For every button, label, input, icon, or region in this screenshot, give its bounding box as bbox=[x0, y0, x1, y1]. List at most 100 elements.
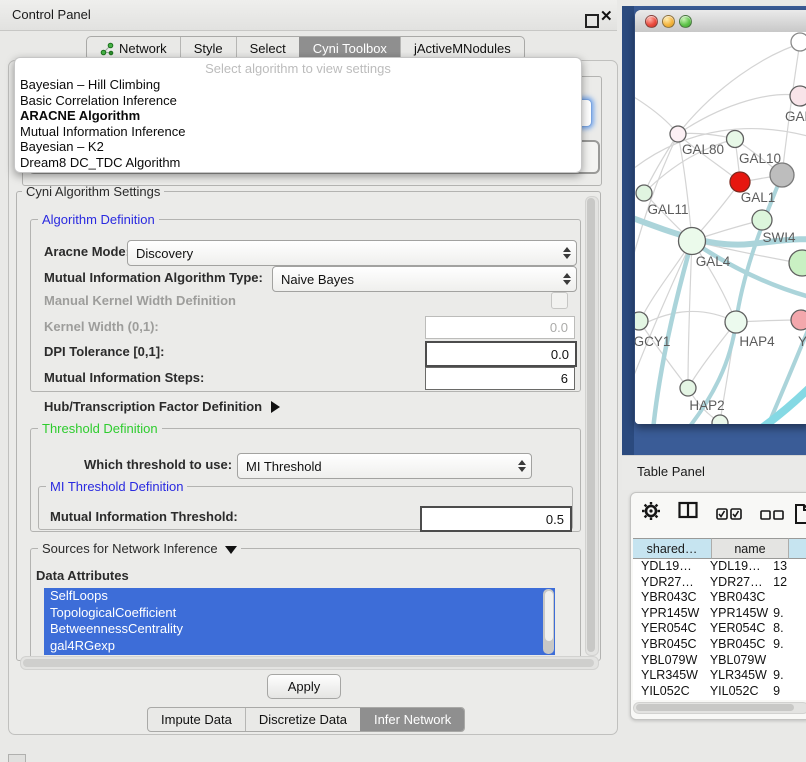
data-attributes-list: SelfLoopsTopologicalCoefficientBetweenne… bbox=[44, 588, 555, 655]
manual-kernel-checkbox[interactable] bbox=[551, 292, 568, 309]
table-cell: YER054C bbox=[633, 621, 702, 637]
network-canvas[interactable]: GAL80GAL10GAL1GAL11SWI4GAL4GCY1HAP4HAP2G… bbox=[635, 32, 806, 424]
table-cell: YER054C bbox=[702, 621, 769, 637]
table-cell: YBL079W bbox=[702, 653, 769, 669]
dpi-tolerance-field[interactable]: 0.0 bbox=[425, 341, 577, 367]
tab-impute-data[interactable]: Impute Data bbox=[148, 708, 245, 731]
node[interactable] bbox=[789, 250, 806, 276]
node-SWI4[interactable] bbox=[752, 210, 772, 230]
column-header-a[interactable]: A bbox=[789, 538, 806, 559]
node-label-hap2: HAP2 bbox=[689, 398, 724, 413]
aracne-mode-combo[interactable]: Discovery bbox=[127, 240, 577, 266]
document-icon[interactable] bbox=[794, 503, 806, 525]
node-gray[interactable] bbox=[770, 163, 794, 187]
attributes-vscrollbar[interactable] bbox=[543, 589, 554, 654]
table-row[interactable]: YIL052CYIL052C9 bbox=[633, 684, 806, 700]
node-red[interactable] bbox=[730, 172, 750, 192]
cyni-bottom-tabs: Impute Data Discretize DataInfer Network bbox=[147, 707, 465, 732]
table-hscrollbar[interactable] bbox=[633, 702, 806, 714]
network-desktop-edge bbox=[622, 6, 634, 455]
settings-hscrollbar[interactable] bbox=[20, 656, 599, 670]
maximize-icon[interactable] bbox=[585, 14, 599, 28]
mi-steps-field[interactable]: 6 bbox=[425, 367, 575, 390]
threshold-definition-title: Threshold Definition bbox=[38, 421, 162, 436]
table-row[interactable]: YBR043CYBR043C bbox=[633, 590, 806, 606]
which-threshold-combo[interactable]: MI Threshold bbox=[237, 453, 532, 479]
mi-threshold-field[interactable]: 0.5 bbox=[420, 506, 572, 532]
node-GAL80[interactable] bbox=[670, 126, 686, 142]
control-panel-titlebar[interactable] bbox=[0, 0, 617, 31]
table-row[interactable]: YPR145WYPR145W9. bbox=[633, 606, 806, 622]
sources-expander[interactable]: Sources for Network Inference bbox=[38, 541, 241, 556]
attribute-item-gal4rgexp[interactable]: gal4RGexp bbox=[44, 638, 555, 655]
table-cell: YDR27… bbox=[702, 575, 769, 591]
zoom-traffic-light-icon[interactable] bbox=[679, 15, 692, 28]
node-GAL10[interactable] bbox=[727, 131, 744, 148]
node-label-gcy1: GCY1 bbox=[635, 334, 670, 349]
close-traffic-light-icon[interactable] bbox=[645, 15, 658, 28]
mi-type-combo[interactable]: Naive Bayes bbox=[272, 266, 577, 292]
tab-infer-network[interactable]: Infer Network bbox=[360, 708, 464, 731]
tab-network-label: Network bbox=[119, 41, 167, 56]
node[interactable] bbox=[791, 33, 806, 51]
settings-vscrollbar[interactable] bbox=[585, 196, 599, 656]
node-GAL11[interactable] bbox=[636, 185, 652, 201]
node-GCY1[interactable] bbox=[635, 312, 648, 330]
table-cell: YDL19… bbox=[702, 559, 769, 575]
gear-icon[interactable] bbox=[641, 501, 661, 521]
cyni-settings-title: Cyni Algorithm Settings bbox=[22, 184, 164, 199]
algorithm-option-aracne-algorithm[interactable]: ARACNE Algorithm bbox=[15, 108, 581, 124]
screen: GAL80GAL10GAL1GAL11SWI4GAL4GCY1HAP4HAP2G… bbox=[0, 0, 806, 762]
dpi-tolerance-label: DPI Tolerance [0,1]: bbox=[44, 341, 164, 363]
table-row[interactable]: YER054CYER054C8. bbox=[633, 621, 806, 637]
column-header-shared[interactable]: shared… bbox=[633, 538, 712, 559]
algorithm-option-dream8-dc-tdc-algorithm[interactable]: Dream8 DC_TDC Algorithm bbox=[15, 155, 581, 171]
table-cell: 9. bbox=[769, 637, 806, 653]
table-row[interactable]: YBL079WYBL079W bbox=[633, 653, 806, 669]
spinner-icon[interactable] bbox=[558, 241, 576, 265]
attribute-item-selfloops[interactable]: SelfLoops bbox=[44, 588, 555, 605]
close-icon[interactable]: ✕ bbox=[600, 7, 613, 25]
algorithm-option-bayesian-k2[interactable]: Bayesian – K2 bbox=[15, 139, 581, 155]
collapse-down-icon bbox=[225, 546, 237, 554]
select-all-icon[interactable] bbox=[716, 508, 743, 521]
network-window-titlebar[interactable] bbox=[635, 10, 806, 33]
table-cell: YLR345W bbox=[702, 668, 769, 684]
node-label-hap4: HAP4 bbox=[739, 334, 775, 349]
node-GAL4[interactable] bbox=[679, 228, 706, 255]
hub-definition-expander[interactable]: Hub/Transcription Factor Definition bbox=[44, 399, 280, 414]
apply-button[interactable]: Apply bbox=[267, 674, 341, 699]
minimize-traffic-light-icon[interactable] bbox=[662, 15, 675, 28]
node[interactable] bbox=[790, 86, 806, 106]
table-row[interactable]: YLR345WYLR345W9. bbox=[633, 668, 806, 684]
table-cell: YLR345W bbox=[633, 668, 702, 684]
node-HAP2[interactable] bbox=[680, 380, 696, 396]
node-pink[interactable] bbox=[791, 310, 806, 330]
node[interactable] bbox=[712, 415, 728, 424]
algorithm-option-mutual-information-inference[interactable]: Mutual Information Inference bbox=[15, 124, 581, 140]
network-view-window: GAL80GAL10GAL1GAL11SWI4GAL4GCY1HAP4HAP2G… bbox=[635, 10, 806, 424]
node-label-y: Y bbox=[798, 334, 806, 349]
algorithm-option-basic-correlation-inference[interactable]: Basic Correlation Inference bbox=[15, 93, 581, 109]
table-row[interactable]: YDR27…YDR27…12 bbox=[633, 575, 806, 591]
column-header-name[interactable]: name bbox=[712, 538, 789, 559]
table-row[interactable]: YBR045CYBR045C9. bbox=[633, 637, 806, 653]
node-label-gal80: GAL80 bbox=[682, 142, 724, 157]
tab-discretize-data[interactable]: Discretize Data bbox=[245, 708, 360, 731]
tab-select-label: Select bbox=[250, 41, 286, 56]
table-header-row: shared…nameA bbox=[633, 538, 806, 559]
node-label-gal1: GAL1 bbox=[741, 190, 776, 205]
tab-impute-data-label: Impute Data bbox=[161, 712, 232, 727]
node-HAP4[interactable] bbox=[725, 311, 747, 333]
attribute-item-betweennesscentrality[interactable]: BetweennessCentrality bbox=[44, 621, 555, 638]
table-row[interactable]: YDL19…YDL19…13 bbox=[633, 559, 806, 575]
split-panel-icon[interactable] bbox=[678, 501, 698, 520]
spinner-icon[interactable] bbox=[513, 454, 531, 478]
clipped-widget bbox=[8, 754, 26, 762]
spinner-icon[interactable] bbox=[558, 267, 576, 291]
table-cell: YIL052C bbox=[633, 684, 702, 700]
attribute-item-topologicalcoefficient[interactable]: TopologicalCoefficient bbox=[44, 605, 555, 622]
kernel-width-field[interactable]: 0.0 bbox=[425, 316, 575, 339]
deselect-all-icon[interactable] bbox=[760, 510, 785, 520]
algorithm-option-bayesian-hill-climbing[interactable]: Bayesian – Hill Climbing bbox=[15, 77, 581, 93]
